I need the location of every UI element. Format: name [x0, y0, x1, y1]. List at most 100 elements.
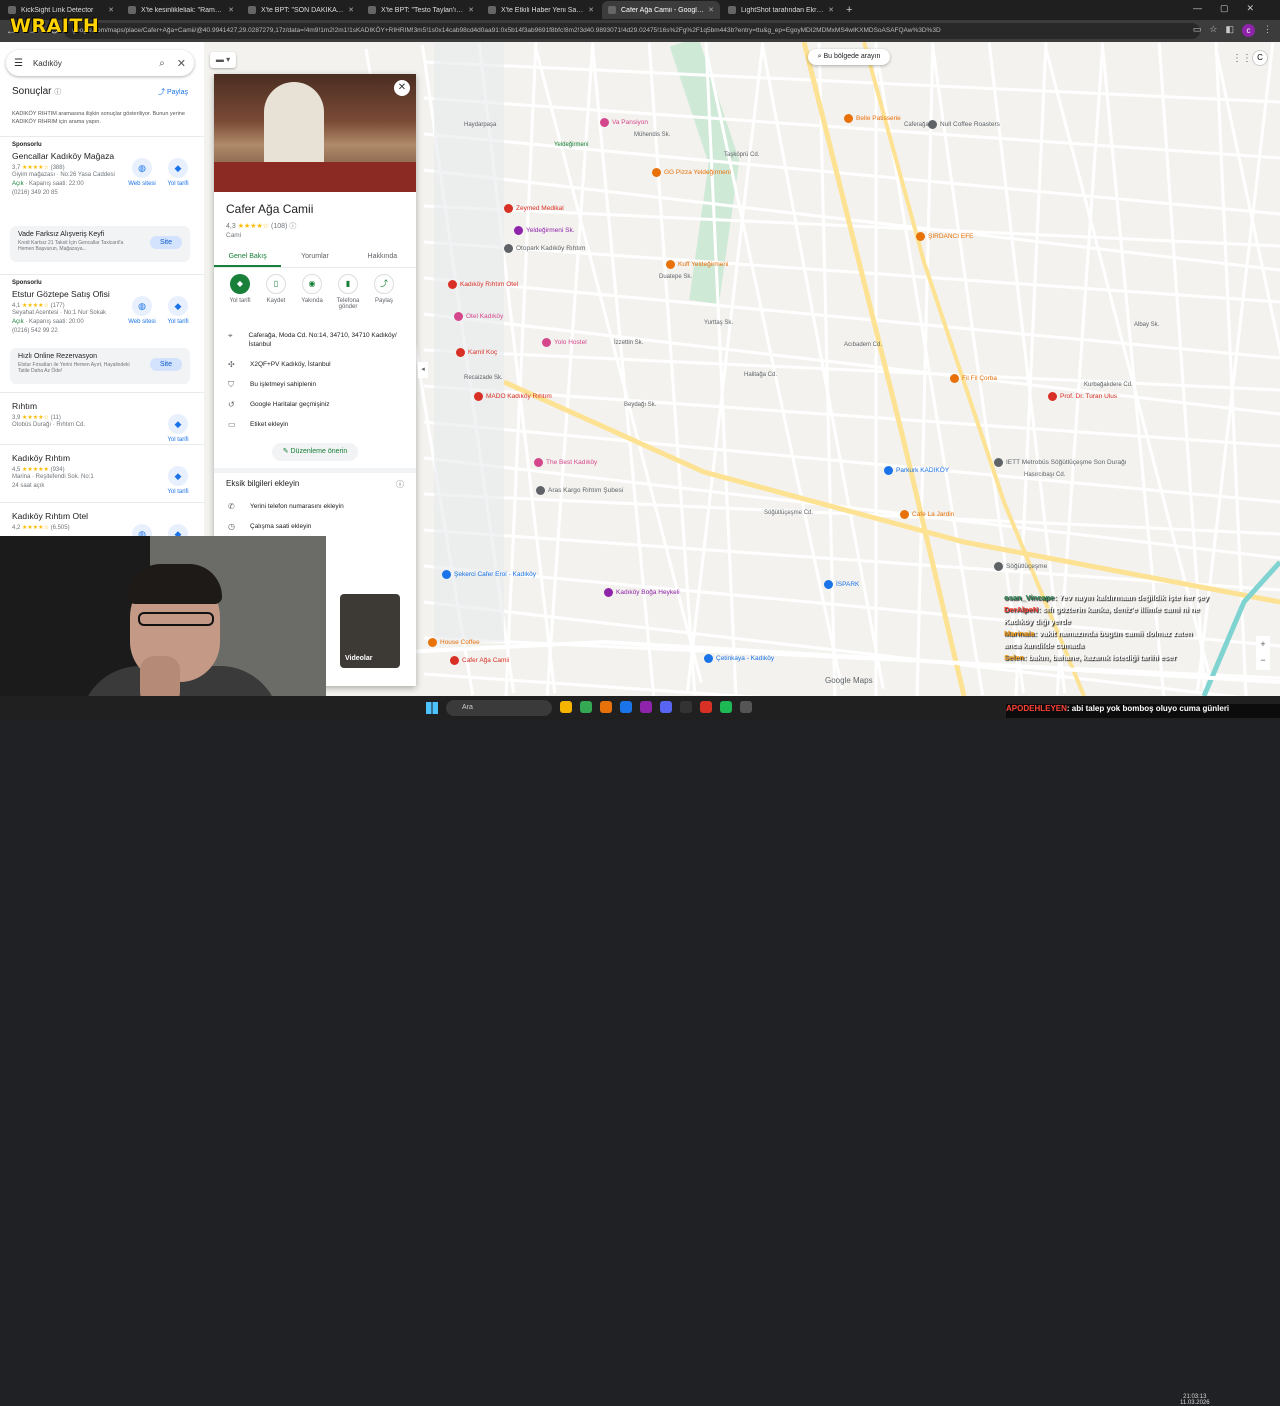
new-tab-icon[interactable]: + [846, 4, 852, 16]
discord-icon[interactable] [660, 701, 672, 713]
map-poi[interactable]: ŞIRDANCI EFE [916, 232, 974, 241]
promo-site-button[interactable]: Site [149, 358, 182, 371]
file-explorer-icon[interactable] [560, 701, 572, 713]
tab-close-icon[interactable]: ✕ [468, 6, 474, 14]
account-avatar[interactable]: C [1252, 50, 1268, 66]
map-poi[interactable]: The Best Kadıköy [534, 458, 597, 467]
map-poi[interactable]: Belle Patisserie [844, 114, 901, 123]
map-poi[interactable]: Kamil Koç [456, 348, 497, 357]
result-name[interactable]: Kadıköy Rıhtım [12, 453, 192, 463]
edge-icon[interactable] [620, 701, 632, 713]
app2-icon[interactable] [680, 701, 692, 713]
sponsored-promo[interactable]: Hızlı Online Rezervasyon Etstur Fırsatlar… [10, 348, 190, 384]
sponsored-promo[interactable]: Vade Farksız Alışveriş Keyfi Kredi Kartsı… [10, 226, 190, 262]
folder-icon[interactable] [600, 701, 612, 713]
info-icon[interactable]: ⓘ [54, 89, 61, 96]
search-box[interactable]: ☰ Kadıköy ⌕ ✕ [6, 50, 194, 76]
place-photo[interactable]: ✕ [214, 74, 416, 192]
map-poi[interactable]: Yolo Hostel [542, 338, 587, 347]
bookmark-star-icon[interactable]: ☆ [1209, 24, 1217, 37]
tab-about[interactable]: Hakkında [349, 246, 416, 267]
apps-grid-icon[interactable]: ⋮⋮ [1232, 53, 1252, 64]
directions-button[interactable]: ◆Yol tarifi [160, 296, 196, 325]
map-poi[interactable]: IETT Metrobüs Söğütlüçeşme Son Durağı [994, 458, 1127, 467]
history-row[interactable]: ↺ Google Haritalar geçmişiniz [228, 400, 408, 409]
layers-toggle[interactable]: ▬ ▾ [210, 52, 236, 68]
nearby-button[interactable]: ◉ Yakında [294, 274, 330, 310]
map-poi[interactable]: Zeymed Medikal [504, 204, 564, 213]
tab-close-icon[interactable]: ✕ [228, 6, 234, 14]
map-poi[interactable]: Fil Fil Çorba [950, 374, 997, 383]
share-button[interactable]: ⤴ Paylaş [366, 274, 402, 310]
map-poi[interactable]: Şekerci Cafer Erol - Kadıköy [442, 570, 536, 579]
map-poi[interactable]: Cafe La Jardin [900, 510, 954, 519]
search-this-area-button[interactable]: ⌕ Bu bölgede arayın [808, 49, 890, 65]
add-phone-row[interactable]: ✆ Yerini telefon numarasını ekleyin [228, 502, 408, 511]
map-poi[interactable]: GG Pizza Yeldeğirmeni [652, 168, 731, 177]
map-poi[interactable]: Çetinkaya - Kadıköy [704, 654, 774, 663]
window-controls[interactable]: —▢✕ [1193, 3, 1272, 14]
hamburger-icon[interactable]: ☰ [14, 58, 23, 69]
map-poi[interactable]: Null Coffee Roasters [928, 120, 1000, 129]
website-button[interactable]: ◍Web sitesi [124, 158, 160, 187]
plus-code-row[interactable]: ✣ X2QF+PV Kadıköy, İstanbul [228, 360, 408, 369]
browser-tab[interactable]: LightShot tarafından Ekran Görüntüsü✕ [722, 1, 840, 19]
system-clock[interactable]: 21:03:13 11.03.2026 [1180, 1394, 1210, 1406]
chrome-icon[interactable] [580, 701, 592, 713]
map-poi[interactable]: İSPARK [824, 580, 859, 589]
search-icon[interactable]: ⌕ [159, 58, 165, 69]
directions-button[interactable]: ◆Yol tarifi [160, 158, 196, 187]
promo-site-button[interactable]: Site [149, 236, 182, 249]
map-poi[interactable]: Otopark Kadıköy Rıhtım [504, 244, 585, 253]
cast-icon[interactable]: ▭ [1193, 24, 1202, 37]
tab-close-icon[interactable]: ✕ [348, 6, 354, 14]
directions-button[interactable]: ◆Yol tarifi [160, 466, 196, 495]
help-icon[interactable]: ⓘ [396, 479, 404, 490]
save-button[interactable]: ▯ Kaydet [258, 274, 294, 310]
url-field[interactable]: google.com/maps/place/Cafer+Ağa+Camii/@4… [64, 23, 1200, 39]
tab-close-icon[interactable]: ✕ [708, 6, 714, 14]
directions-button[interactable]: ◆Yol tarifi [160, 414, 196, 443]
map-poi[interactable]: Prof. Dr. Turan Ulus [1048, 392, 1117, 401]
browser-tab[interactable]: X'te BPT: "Testo Taylan'ın "Sosyal ✕ [362, 1, 480, 19]
share-link[interactable]: ⤴ Paylaş [158, 87, 188, 97]
close-icon[interactable]: ✕ [177, 57, 186, 70]
map-poi[interactable]: Va Pansiyon [600, 118, 648, 127]
map-poi[interactable]: Aras Kargo Rıhtım Şubesi [536, 486, 623, 495]
browser-tab[interactable]: Cafer Ağa Camii - Google Haritalar ✕ [602, 1, 720, 19]
video-label[interactable]: Videolar [345, 655, 373, 662]
app3-icon[interactable] [700, 701, 712, 713]
map-poi[interactable]: Kadıköy Boğa Heykeli [604, 588, 680, 597]
add-label-row[interactable]: ▭ Etiket ekleyin [228, 420, 408, 429]
collapse-panel-icon[interactable]: ◂ [418, 362, 428, 378]
address-row[interactable]: ⌖ Caferağa, Moda Cd. No:14, 34710, 34710 … [228, 331, 408, 349]
add-hours-row[interactable]: ◷ Çalışma saati ekleyin [228, 522, 408, 531]
result-name[interactable]: Kadıköy Rıhtım Otel [12, 511, 192, 521]
app4-icon[interactable] [740, 701, 752, 713]
map-poi[interactable]: MADO Kadıköy Rıhtım [474, 392, 552, 401]
website-button[interactable]: ◍Web sitesi [124, 296, 160, 325]
map-poi[interactable]: Cafer Ağa Camii [450, 656, 509, 665]
tab-reviews[interactable]: Yorumlar [281, 246, 348, 267]
tab-close-icon[interactable]: ✕ [828, 6, 834, 14]
map-poi[interactable]: House Coffee [428, 638, 480, 647]
browser-tab[interactable]: X'te Etkili Haber Yeni Sayfa: "Ka ✕ [482, 1, 600, 19]
windows-start-icon[interactable] [426, 702, 438, 714]
menu-kebab-icon[interactable]: ⋮ [1263, 24, 1272, 37]
app-icon[interactable] [640, 701, 652, 713]
directions-button[interactable]: ◆Yol tarifi [222, 274, 258, 310]
tab-close-icon[interactable]: ✕ [588, 6, 594, 14]
map-poi[interactable]: Parkurk KADIKÖY [884, 466, 949, 475]
map-poi[interactable]: Otel Kadıköy [454, 312, 503, 321]
map-poi[interactable]: Yeldeğirmeni Sk. [514, 226, 575, 235]
send-to-phone-button[interactable]: ▮ Telefona gönder [330, 274, 366, 310]
place-rating[interactable]: 4,3 ★★★★☆ (108) ⓘ [226, 221, 296, 231]
claim-business-row[interactable]: ⛉ Bu işletmeyi sahiplenin [228, 380, 408, 389]
close-panel-icon[interactable]: ✕ [394, 80, 410, 96]
suggest-edit-button[interactable]: ✎ Düzenleme önerin [272, 443, 358, 461]
taskbar-search[interactable]: Ara [446, 700, 552, 716]
map-poi[interactable]: Kadıköy Rıhtım Otel [448, 280, 518, 289]
tab-overview[interactable]: Genel Bakış [214, 246, 282, 267]
result-name[interactable]: Rıhtım [12, 401, 192, 411]
map-poi[interactable]: Söğütlüçeşme [994, 562, 1047, 571]
